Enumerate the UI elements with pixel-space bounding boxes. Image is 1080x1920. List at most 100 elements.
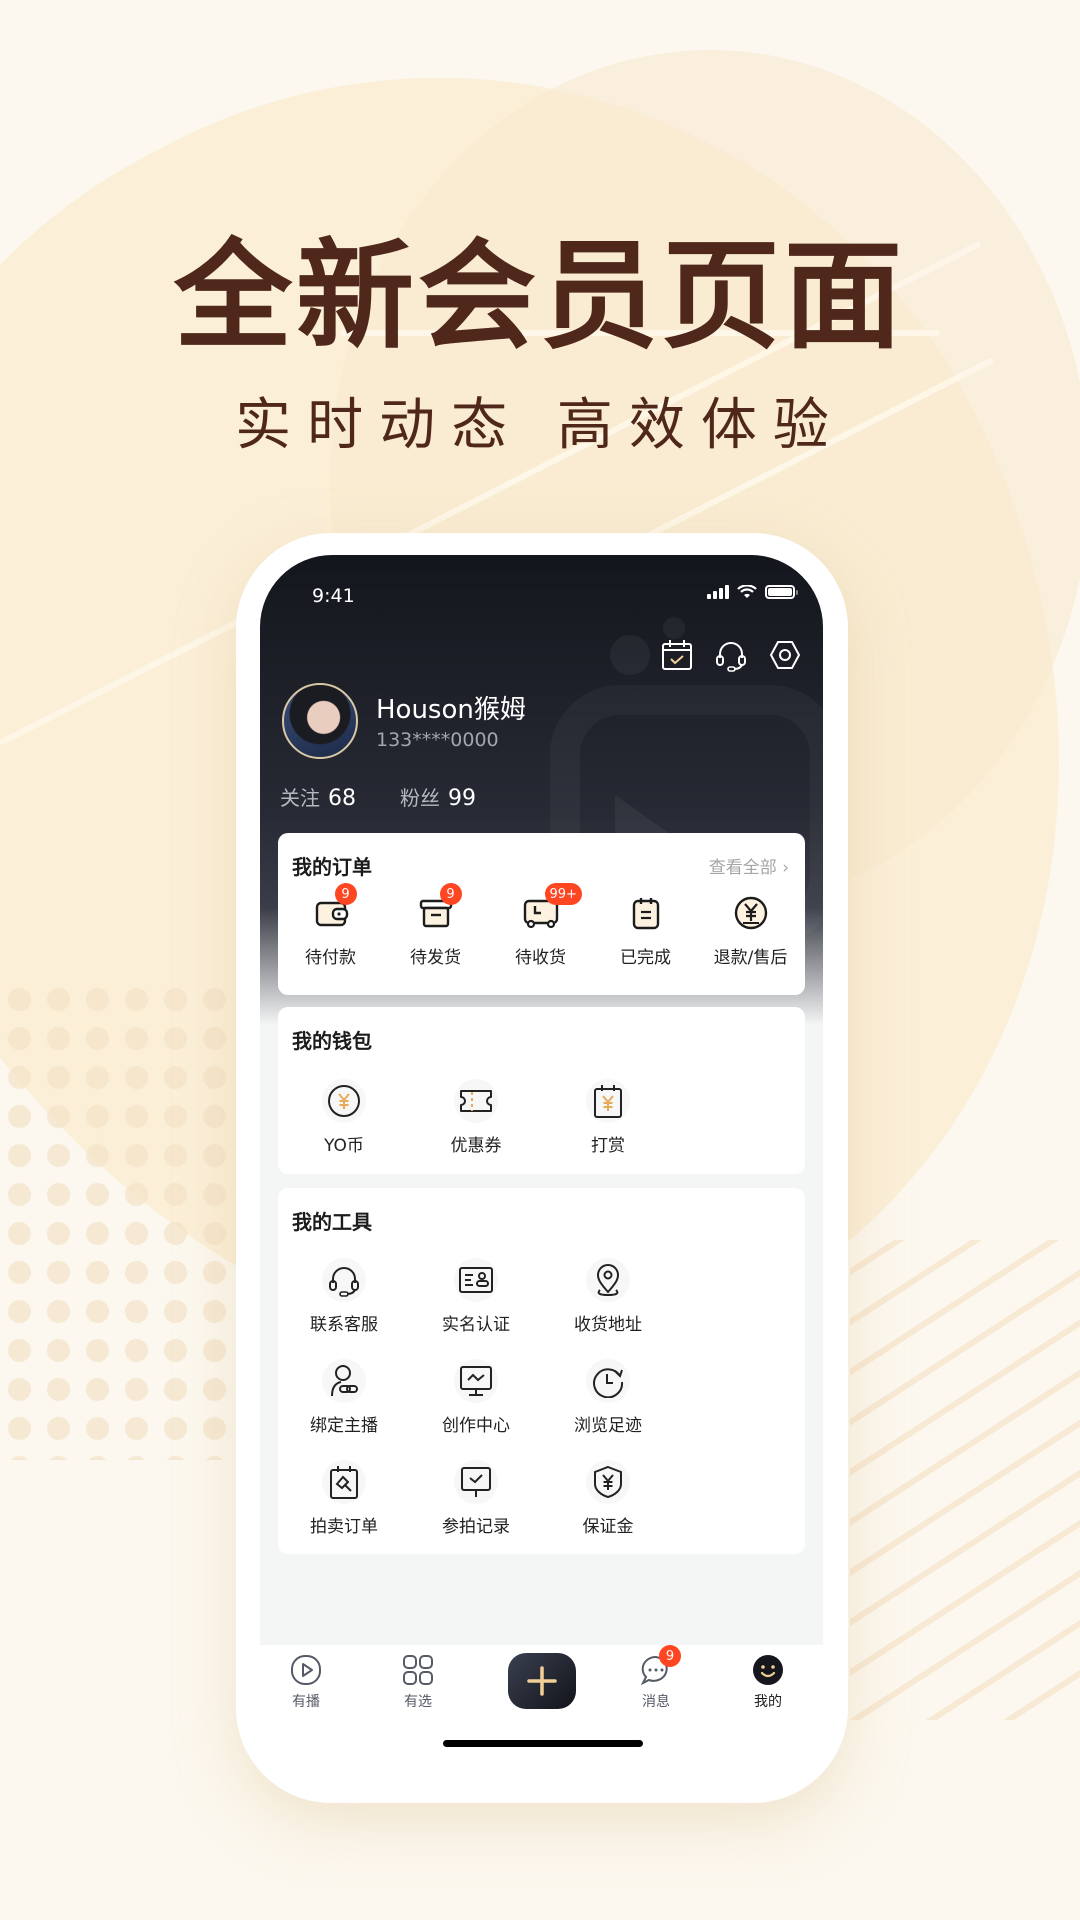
orders-grid: 9 待付款 9 待发货 99+ 待收货 已完成 退款/售后 [278,883,805,968]
view-all-orders-link[interactable]: 查看全部 › [709,853,789,878]
user-phone: 133****0000 [376,729,499,751]
tool-item-label: 拍卖订单 [310,1517,378,1537]
tab-label: 消息 [642,1694,670,1710]
grid-icon [403,1655,433,1685]
wifi-icon [737,585,757,598]
tab-label: 我的 [754,1694,782,1710]
header-decoration [663,617,685,639]
coin-icon [322,1079,366,1123]
order-item-label: 退款/售后 [713,948,788,968]
auction-hammer-icon [322,1460,366,1504]
order-item-label: 待付款 [305,948,356,968]
tools-grid: 联系客服 实名认证 收货地址 绑定主播 创作中心 浏览足迹 拍卖订单 参拍记录 … [278,1258,805,1537]
orders-title: 我的订单 [292,855,372,879]
create-button[interactable] [508,1653,576,1709]
tool-item-deposit[interactable]: 保证金 [542,1460,674,1537]
order-badge: 9 [439,883,462,905]
order-badge: 99+ [544,883,582,905]
header-actions [659,637,803,673]
id-card-icon [454,1258,498,1302]
clipboard-icon [624,891,668,935]
tool-item-customer-service[interactable]: 联系客服 [278,1258,410,1335]
smiley-icon [753,1655,783,1685]
tool-item-label: 联系客服 [310,1315,378,1335]
tool-item-label: 浏览足迹 [574,1416,642,1436]
wallet-item-reward[interactable]: 打赏 [542,1079,674,1156]
order-item-to-receive[interactable]: 99+ 待收货 [488,883,593,968]
app-screen: 9:41 Houson猴姆 133****0000 关注 68 粉丝 99 我的… [260,555,823,1781]
tab-live[interactable]: 有播 [266,1653,346,1711]
shield-yen-icon [586,1460,630,1504]
wallet-title: 我的钱包 [292,1029,372,1053]
tool-item-auction-orders[interactable]: 拍卖订单 [278,1460,410,1537]
tool-item-label: 参拍记录 [442,1517,510,1537]
battery-icon [765,585,798,599]
tool-item-label: 创作中心 [442,1416,510,1436]
phone-frame: 9:41 Houson猴姆 133****0000 关注 68 粉丝 99 我的… [236,533,848,1803]
delivery-truck-icon: 99+ [519,883,582,935]
stat-followers[interactable]: 粉丝 99 [400,782,476,811]
order-item-label: 待收货 [515,948,566,968]
tools-card: 我的工具 联系客服 实名认证 收货地址 绑定主播 创作中心 浏览足迹 拍卖订单 … [278,1188,805,1554]
stat-following[interactable]: 关注 68 [280,782,356,811]
wallet-item-label: YO币 [324,1136,364,1156]
tab-select[interactable]: 有选 [378,1653,458,1711]
order-item-label: 待发货 [410,948,461,968]
refund-yen-icon [729,891,773,935]
play-icon [291,1655,321,1685]
order-item-to-ship[interactable]: 9 待发货 [383,883,488,968]
wallet-item-yo-coin[interactable]: YO币 [278,1079,410,1156]
stat-label: 关注 [280,786,320,810]
tool-item-address[interactable]: 收货地址 [542,1258,674,1335]
tool-item-bind-anchor[interactable]: 绑定主播 [278,1359,410,1436]
wallet-item-label: 打赏 [591,1136,625,1156]
tool-item-history[interactable]: 浏览足迹 [542,1359,674,1436]
tool-item-label: 绑定主播 [310,1416,378,1436]
wallet-item-coupon[interactable]: 优惠券 [410,1079,542,1156]
coupon-icon [454,1079,498,1123]
view-all-label: 查看全部 [708,858,777,878]
promo-headline: 全新会员页面 [173,227,906,365]
user-name: Houson猴姆 [376,695,526,725]
status-icons [707,585,798,599]
header-decoration [610,635,650,675]
tool-item-real-name[interactable]: 实名认证 [410,1258,542,1335]
tab-messages[interactable]: 9 消息 [616,1645,696,1711]
bottom-tab-bar: 有播 有选 9 消息 我的 [260,1645,823,1781]
user-link-icon [322,1359,366,1403]
tab-label: 有播 [292,1694,320,1710]
order-item-pending-payment[interactable]: 9 待付款 [278,883,383,968]
avatar[interactable] [282,683,358,759]
order-item-refund[interactable]: 退款/售后 [698,891,803,968]
plus-icon [527,1666,557,1696]
messages-badge: 9 [659,1645,681,1667]
order-badge: 9 [334,883,357,905]
tab-label: 有选 [404,1694,432,1710]
background-dots [0,980,240,1460]
tool-item-label: 保证金 [582,1517,634,1537]
wallet-card: 我的钱包 YO币 优惠券 打赏 [278,1007,805,1174]
reward-icon [586,1079,630,1123]
chevron-right-icon: › [782,858,789,878]
tab-me[interactable]: 我的 [728,1653,808,1711]
headset-icon [322,1258,366,1302]
tool-item-label: 收货地址 [574,1315,642,1335]
follow-stats: 关注 68 粉丝 99 [280,782,476,811]
settings-hex-icon[interactable] [767,637,803,673]
tool-item-bid-records[interactable]: 参拍记录 [410,1460,542,1537]
history-clock-icon [586,1359,630,1403]
signal-icon [707,585,729,599]
box-icon: 9 [414,883,462,935]
home-indicator [443,1740,643,1747]
tool-item-creator-center[interactable]: 创作中心 [410,1359,542,1436]
order-item-completed[interactable]: 已完成 [593,891,698,968]
headset-icon[interactable] [713,637,749,673]
promo-subheadline: 实时动态 高效体验 [235,393,845,458]
status-time: 9:41 [312,585,355,607]
stat-value: 99 [448,786,476,811]
location-pin-icon [586,1258,630,1302]
orders-card: 我的订单 查看全部 › 9 待付款 9 待发货 99+ 待收货 已完成 退款/售… [278,833,805,995]
bid-record-icon [454,1460,498,1504]
calendar-check-icon[interactable] [659,637,695,673]
background-stripes [850,1240,1080,1720]
